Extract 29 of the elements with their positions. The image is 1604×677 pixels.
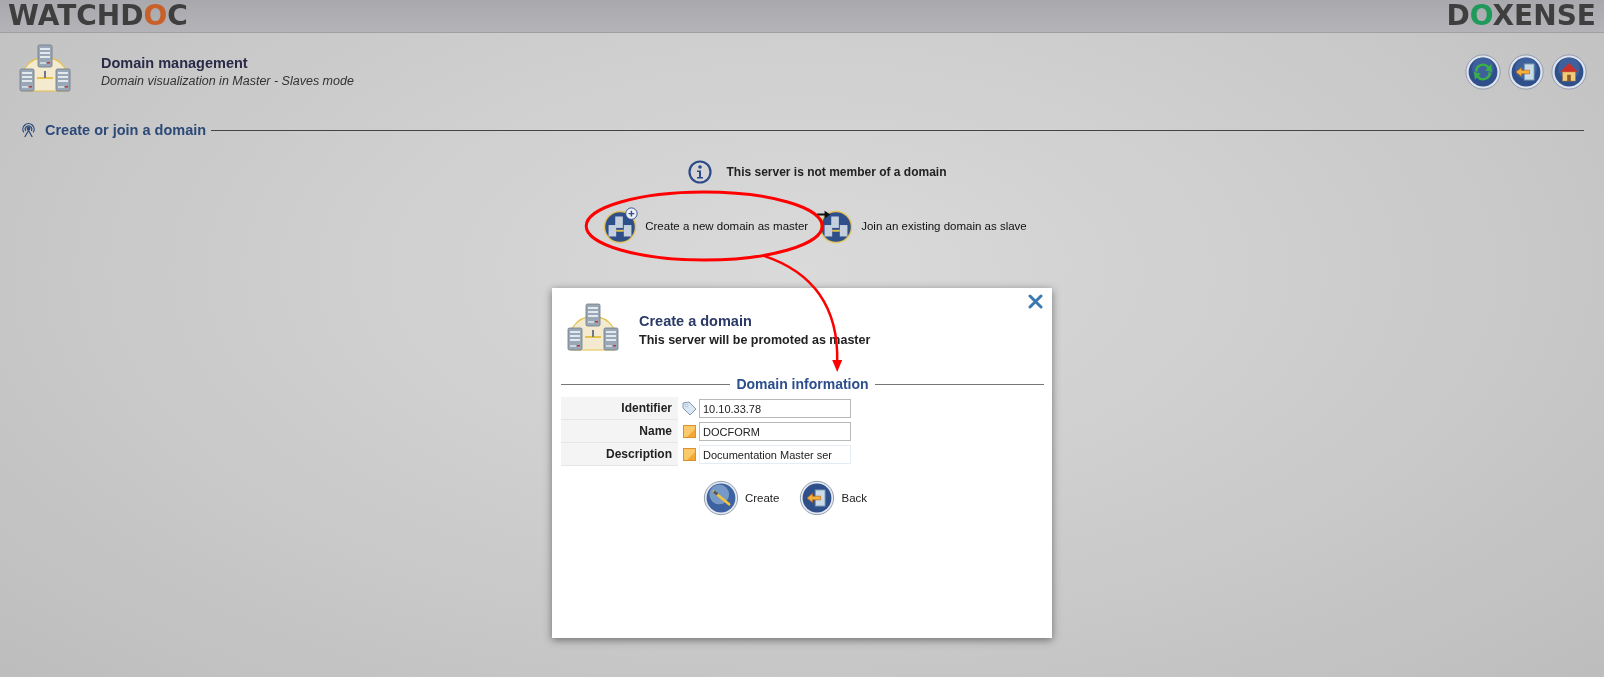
- info-icon: [688, 160, 713, 184]
- home-icon[interactable]: [1551, 54, 1587, 90]
- page-subtitle: Domain visualization in Master - Slaves mode: [101, 74, 354, 88]
- page-title: Domain management: [101, 55, 249, 71]
- field-label: Identifier: [561, 397, 678, 420]
- antenna-icon: [21, 122, 36, 138]
- magic-wand-icon: [702, 480, 739, 516]
- note-icon: [682, 447, 697, 462]
- back-button[interactable]: Back: [799, 480, 868, 516]
- tag-icon: [682, 401, 697, 416]
- refresh-icon[interactable]: [1465, 54, 1501, 90]
- field-label: Name: [561, 420, 678, 443]
- input-field[interactable]: 10.10.33.78: [699, 399, 851, 419]
- back-icon: [799, 480, 836, 516]
- option-button[interactable]: Create a new domain as master: [600, 206, 809, 246]
- back-icon[interactable]: [1508, 54, 1544, 90]
- product-logo: WATCHDOC: [8, 0, 188, 32]
- field-label: Description: [561, 443, 678, 466]
- create-button[interactable]: Create: [702, 480, 780, 516]
- section-title: Create or join a domain: [45, 122, 207, 138]
- company-logo: DOXENSE: [1446, 0, 1596, 32]
- info-message: This server is not member of a domain: [726, 165, 947, 179]
- dialog-title: Create a domain: [639, 313, 753, 329]
- option-button[interactable]: Join an existing domain as slave: [816, 206, 1027, 246]
- note-icon: [682, 424, 697, 439]
- input-field[interactable]: Documentation Master ser: [699, 445, 851, 465]
- fieldset-title: Domain information: [736, 376, 869, 392]
- close-icon[interactable]: [1028, 294, 1043, 309]
- input-field[interactable]: DOCFORM: [699, 422, 851, 442]
